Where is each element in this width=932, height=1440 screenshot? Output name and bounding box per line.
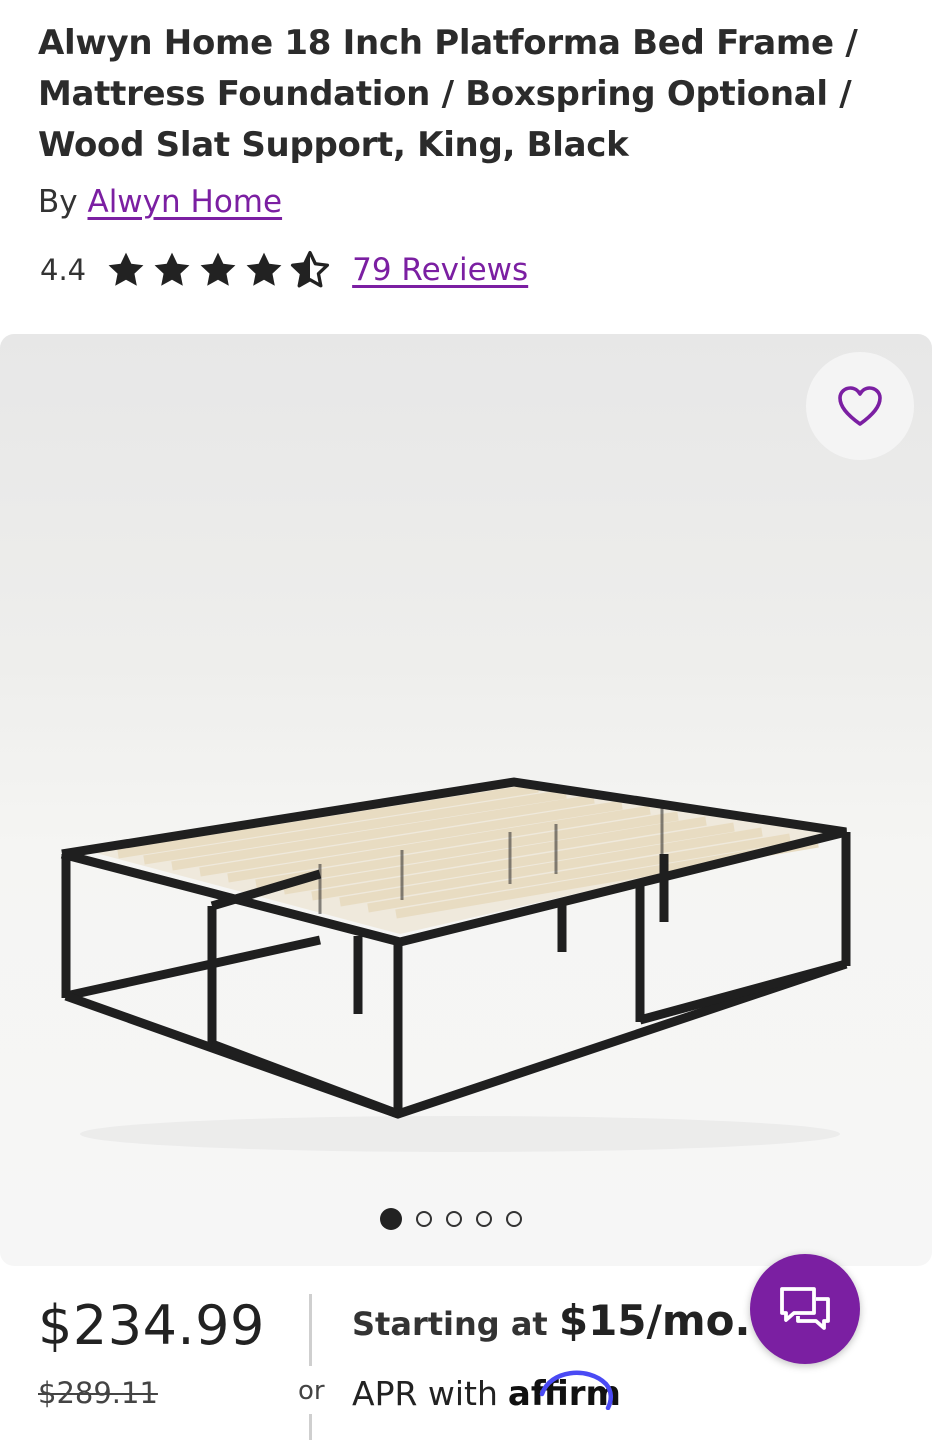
star-half-icon [291,250,330,288]
star-rating [104,248,332,292]
chat-button[interactable] [750,1254,860,1364]
apr-line: APR with affirm [352,1370,621,1414]
byline: By Alwyn Home [38,184,282,220]
apr-text: APR with [352,1374,498,1413]
reviews-link[interactable]: 79 Reviews [352,252,528,288]
carousel-pagination [380,1208,522,1230]
financing-offer[interactable]: Starting at $15/mo. o [352,1296,781,1345]
star-full-icon [108,252,144,286]
bed-frame-image [60,777,851,1152]
divider [309,1414,312,1440]
or-label: or [298,1376,325,1406]
carousel-dot[interactable] [476,1211,492,1227]
affirm-arc-icon [539,1370,613,1410]
brand-link[interactable]: Alwyn Home [87,184,282,220]
original-price: $289.11 [38,1376,158,1410]
favorite-button[interactable] [806,352,914,460]
rating-row: 4.4 79 Reviews [40,246,528,294]
divider [309,1294,312,1366]
product-title: Alwyn Home 18 Inch Platforma Bed Frame /… [38,23,858,165]
carousel-dot[interactable] [380,1208,402,1230]
chat-bubbles-icon [780,1287,830,1330]
sale-price: $234.99 [38,1294,265,1357]
star-full-icon [200,252,236,286]
heart-outline-icon [838,386,882,426]
star-full-icon [246,252,282,286]
product-image-gallery[interactable] [0,334,932,1266]
financing-prefix: Starting at [352,1305,548,1343]
affirm-logo: affirm [508,1370,621,1414]
carousel-dot[interactable] [416,1211,432,1227]
financing-amount: $15/mo. [558,1296,751,1345]
carousel-dot[interactable] [446,1211,462,1227]
rating-value: 4.4 [40,253,87,287]
price-section: $234.99 $289.11 or Starting at $15/mo. o… [0,1254,932,1440]
byline-prefix: By [38,184,78,220]
carousel-dot[interactable] [506,1211,522,1227]
star-full-icon [154,252,190,286]
